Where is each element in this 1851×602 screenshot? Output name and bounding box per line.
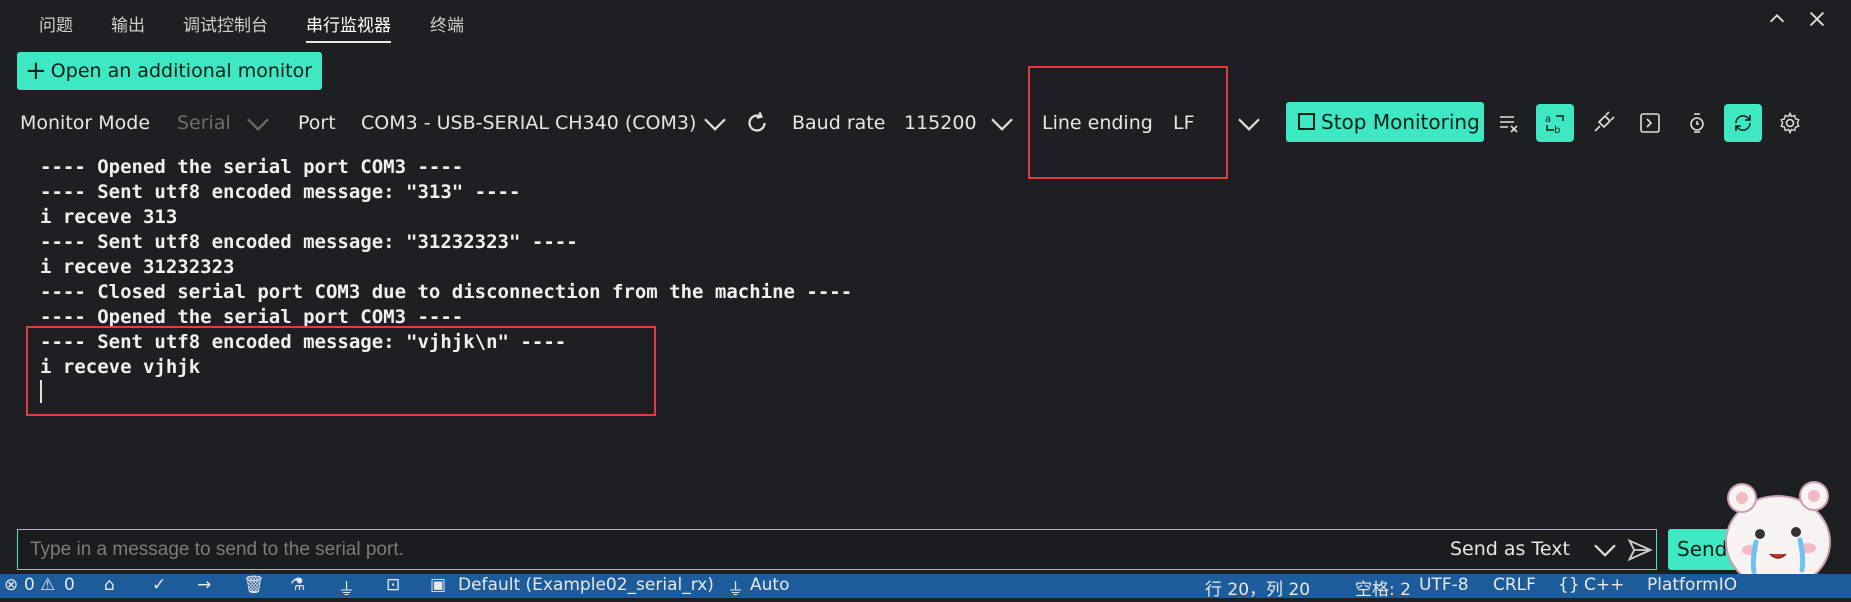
timestamp-icon[interactable] [1678,104,1716,142]
chevron-down-icon[interactable] [987,108,1017,138]
chevron-down-icon[interactable] [243,108,273,138]
output-line: ---- Opened the serial port COM3 ---- [40,306,464,328]
plug-icon[interactable] [1584,104,1622,142]
toggle-encoding-icon[interactable]: ab [1536,104,1574,142]
chevron-up-icon[interactable] [1764,8,1790,34]
panel-tabs: 问题 输出 调试控制台 串行监视器 终端 [0,0,1851,44]
plus-icon: + [25,56,47,86]
output-line: ---- Sent utf8 encoded message: "3123232… [40,231,578,253]
svg-text:a: a [1545,114,1551,125]
port-label: Port [298,112,336,134]
gear-icon[interactable] [1771,104,1809,142]
output-line: ---- Opened the serial port COM3 ---- [40,156,464,178]
stop-monitoring-button[interactable]: Stop Monitoring [1286,102,1484,142]
flask-icon[interactable]: ⚗ [290,575,305,595]
output-line: ---- Sent utf8 encoded message: "313" --… [40,181,521,203]
message-input[interactable] [30,530,1410,569]
terminal-icon[interactable]: ⊡ [386,575,400,595]
warning-count[interactable]: 0 [64,575,75,595]
plug-icon[interactable]: ⏚ [727,575,744,600]
tab-debug-console[interactable]: 调试控制台 [183,11,268,41]
platform-label[interactable]: PlatformIO [1647,575,1737,595]
language-mode[interactable]: C++ [1584,575,1624,595]
chevron-down-icon[interactable] [700,108,730,138]
auto-port-selector[interactable]: Auto [750,575,789,595]
error-count[interactable]: 0 [24,575,35,595]
line-ending-label: Line ending [1042,112,1153,134]
error-icon[interactable]: ⊗ [4,575,18,595]
baud-rate-label: Baud rate [792,112,886,134]
end-of-line[interactable]: CRLF [1493,575,1536,595]
status-bar: ⊗ 0 ⚠ 0 ⌂ ✓ → 🗑 ⚗ ⏚ ⊡ ▣ Default (Example… [0,574,1851,600]
cursor-position[interactable]: 行 20，列 20 [1205,575,1310,600]
arrow-right-icon[interactable]: → [197,575,211,595]
check-icon[interactable]: ✓ [152,575,166,595]
braces-icon: {} [1558,575,1580,595]
tab-serial-monitor[interactable]: 串行监视器 [306,11,391,43]
send-as-select[interactable]: Send as Text [1450,538,1570,560]
chevron-down-icon[interactable] [1590,534,1620,564]
output-line: ---- Closed serial port COM3 due to disc… [40,281,853,303]
line-ending-select[interactable]: LF [1173,112,1195,134]
tab-problems[interactable]: 问题 [39,11,73,41]
home-icon[interactable]: ⌂ [104,575,115,595]
close-icon[interactable] [1804,8,1830,34]
message-input-bar: Send as Text [17,529,1657,570]
text-cursor [40,380,42,403]
port-select[interactable]: COM3 - USB-SERIAL CH340 (COM3) [361,112,696,134]
terminal-icon[interactable] [1631,104,1669,142]
tab-terminal[interactable]: 终端 [430,11,464,41]
output-line: i receve vjhjk [40,356,201,378]
file-encoding[interactable]: UTF-8 [1419,575,1469,595]
output-line: i receve 31232323 [40,256,235,278]
trash-icon[interactable]: 🗑 [243,575,265,595]
refresh-icon[interactable] [742,108,772,138]
output-line: i receve 313 [40,206,178,228]
monitor-mode-label: Monitor Mode [20,112,151,134]
autoscroll-icon[interactable] [1724,104,1762,142]
tab-output[interactable]: 输出 [111,11,145,41]
svg-text:b: b [1554,125,1560,135]
serial-output[interactable]: ---- Opened the serial port COM3 ---- --… [0,152,1851,518]
environment-selector[interactable]: Default (Example02_serial_rx) [458,575,714,595]
send-icon[interactable] [1626,536,1654,564]
chevron-down-icon[interactable] [1234,108,1264,138]
monitor-mode-select[interactable]: Serial [177,112,231,134]
open-additional-monitor-button[interactable]: + Open an additional monitor [17,52,323,90]
output-line: ---- Sent utf8 encoded message: "vjhjk\n… [40,331,567,353]
warning-icon[interactable]: ⚠ [40,575,55,595]
stop-icon [1298,113,1315,130]
indentation[interactable]: 空格: 2 [1355,575,1411,600]
clear-output-icon[interactable] [1490,104,1528,142]
folder-icon[interactable]: ▣ [430,575,446,595]
baud-rate-select[interactable]: 115200 [904,112,977,134]
plug-icon[interactable]: ⏚ [338,575,355,600]
